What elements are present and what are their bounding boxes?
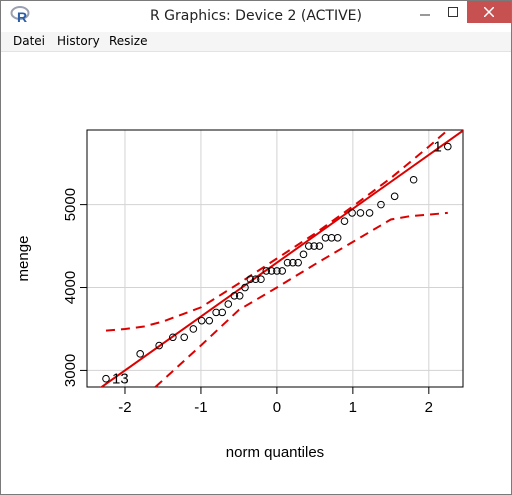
y-tick-label: 5000 (62, 188, 79, 221)
menu-history[interactable]: History (57, 34, 100, 48)
data-point (409, 175, 418, 184)
data-point (444, 142, 452, 151)
title-bar[interactable]: R R Graphics: Device 2 (ACTIVE) (1, 1, 511, 31)
data-point (102, 374, 110, 383)
data-point (365, 209, 374, 217)
minimize-button[interactable] (411, 1, 439, 23)
point-label: 13 (112, 371, 129, 388)
data-point (180, 333, 189, 342)
close-button[interactable] (467, 1, 511, 23)
data-point (224, 300, 233, 308)
x-tick-label: 0 (273, 399, 281, 416)
data-point (136, 350, 144, 358)
qq-plot: -2 -1 0 1 2 3000 4000 5000 norm quantiles menge 1 1… (15, 129, 464, 461)
y-axis-title: menge (15, 236, 32, 282)
x-tick-label: -1 (194, 399, 207, 416)
menu-resize[interactable]: Resize (109, 34, 147, 48)
close-icon (484, 7, 494, 17)
data-point (197, 316, 206, 325)
minimize-icon (420, 14, 430, 16)
menu-bar: Datei History Resize (1, 32, 511, 52)
data-point (356, 209, 365, 217)
lower-envelope-line (154, 211, 448, 387)
data-point (348, 209, 356, 217)
data-point (189, 325, 198, 333)
r-graphics-window: R R Graphics: Device 2 (ACTIVE) Datei Hi… (0, 0, 512, 495)
data-point (390, 192, 399, 201)
x-axis-title: norm quantiles (226, 444, 324, 461)
y-tick-label: 3000 (62, 354, 79, 387)
maximize-button[interactable] (439, 1, 467, 23)
plot-frame (86, 129, 464, 388)
y-tick-label: 4000 (62, 271, 79, 304)
data-point (340, 217, 349, 225)
point-label: 1 (433, 139, 441, 156)
data-point (205, 316, 214, 325)
plot-canvas: -2 -1 0 1 2 3000 4000 5000 norm quantiles menge 1 1… (1, 52, 511, 494)
x-tick-label: 1 (349, 399, 357, 416)
x-tick-label: 2 (425, 399, 433, 416)
maximize-icon (448, 7, 458, 17)
menu-datei[interactable]: Datei (13, 34, 45, 48)
reference-line (99, 130, 463, 387)
data-point (299, 250, 308, 259)
x-tick-label: -2 (118, 399, 131, 416)
